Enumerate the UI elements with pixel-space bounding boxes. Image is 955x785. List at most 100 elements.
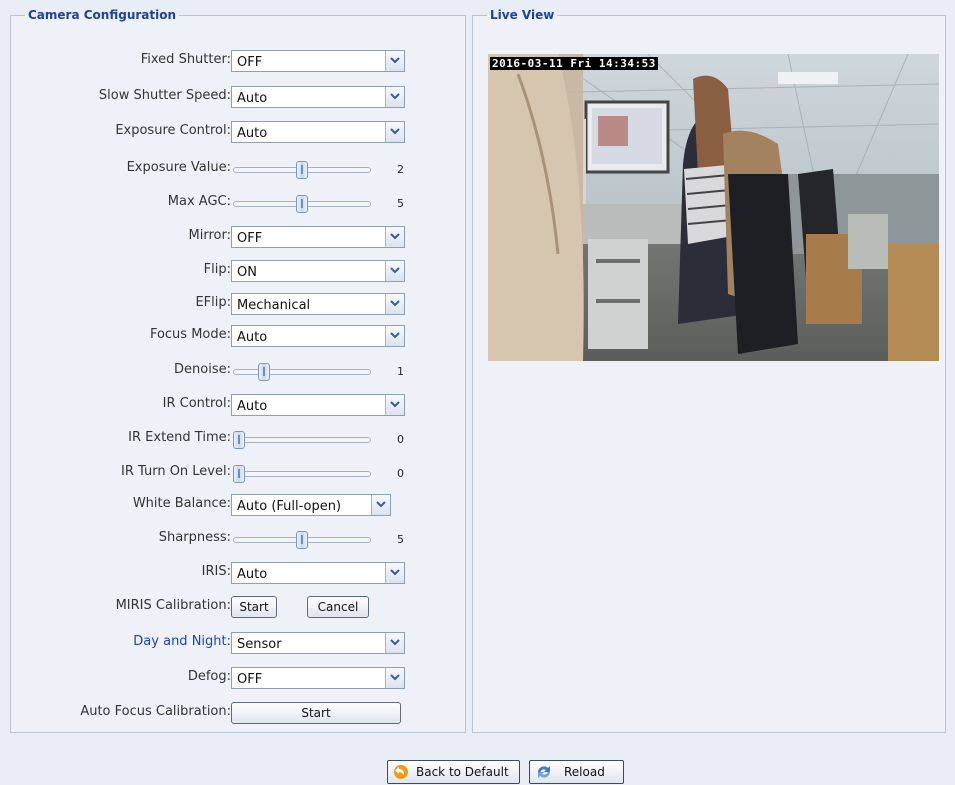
max-agc-row: Max AGC: 5 (11, 192, 465, 216)
exposure-value-row: Exposure Value: 2 (11, 158, 465, 182)
max-agc-label: Max AGC: (167, 194, 231, 209)
exposure-value-readout: 2 (397, 163, 404, 176)
chevron-down-icon[interactable] (385, 395, 404, 415)
chevron-down-icon[interactable] (385, 563, 404, 583)
exposure-value-label: Exposure Value: (126, 160, 231, 175)
slider-handle[interactable] (233, 431, 245, 449)
slider-handle[interactable] (296, 195, 308, 213)
iris-value: Auto (237, 567, 268, 582)
ir-control-value: Auto (237, 399, 268, 414)
ir-extend-time-readout: 0 (397, 433, 404, 446)
chevron-down-icon[interactable] (371, 495, 390, 515)
fixed-shutter-row: Fixed Shutter: OFF (11, 50, 465, 74)
white-balance-label: White Balance: (132, 496, 231, 511)
slider-track[interactable] (233, 437, 371, 443)
defog-value: OFF (237, 672, 263, 687)
live-view-video[interactable]: 2016-03-11 Fri 14:34:53 (488, 54, 939, 361)
max-agc-readout: 5 (397, 197, 404, 210)
defog-label: Defog: (187, 669, 231, 684)
denoise-slider[interactable] (233, 362, 371, 381)
exposure-value-slider[interactable] (233, 160, 371, 179)
reload-label: Reload (564, 765, 605, 779)
slider-handle[interactable] (258, 363, 271, 381)
mirror-label: Mirror: (188, 228, 231, 243)
sharpness-label: Sharpness: (158, 530, 231, 545)
camera-configuration-panel: Camera Configuration Fixed Shutter: OFF … (10, 8, 466, 733)
camera-frame-image (488, 54, 939, 361)
eflip-select[interactable]: Mechanical (231, 293, 405, 315)
chevron-down-icon[interactable] (385, 294, 404, 314)
focus-mode-label: Focus Mode: (149, 327, 231, 342)
chevron-down-icon[interactable] (385, 633, 404, 653)
sharpness-slider[interactable] (233, 530, 371, 549)
slider-handle[interactable] (296, 161, 308, 179)
focus-mode-row: Focus Mode: Auto (11, 325, 465, 349)
eflip-value: Mechanical (237, 298, 311, 313)
ir-control-row: IR Control: Auto (11, 394, 465, 418)
back-to-default-button[interactable]: Back to Default (387, 760, 520, 784)
ir-control-select[interactable]: Auto (231, 394, 405, 416)
day-and-night-label: Day and Night: (133, 634, 231, 649)
slow-shutter-speed-label: Slow Shutter Speed: (98, 88, 231, 103)
fixed-shutter-label: Fixed Shutter: (140, 52, 231, 67)
ir-extend-time-row: IR Extend Time: 0 (11, 428, 465, 452)
auto-focus-calibration-row: Auto Focus Calibration: Start (11, 702, 465, 726)
slow-shutter-speed-value: Auto (237, 91, 268, 106)
video-timestamp: 2016-03-11 Fri 14:34:53 (490, 57, 658, 70)
mirror-select[interactable]: OFF (231, 226, 405, 248)
white-balance-select[interactable]: Auto (Full-open) (231, 494, 391, 516)
chevron-down-icon[interactable] (385, 122, 404, 142)
defog-select[interactable]: OFF (231, 667, 405, 689)
slider-handle[interactable] (233, 465, 245, 483)
white-balance-row: White Balance: Auto (Full-open) (11, 494, 465, 518)
chevron-down-icon[interactable] (385, 668, 404, 688)
defog-row: Defog: OFF (11, 667, 465, 691)
day-and-night-value: Sensor (237, 637, 282, 652)
exposure-control-label: Exposure Control: (115, 123, 231, 138)
sharpness-readout: 5 (397, 533, 404, 546)
fixed-shutter-select[interactable]: OFF (231, 50, 405, 72)
chevron-down-icon[interactable] (385, 87, 404, 107)
sharpness-row: Sharpness: 5 (11, 528, 465, 552)
ir-extend-time-slider[interactable] (233, 430, 371, 449)
fixed-shutter-value: OFF (237, 55, 263, 70)
ir-turn-on-level-readout: 0 (397, 467, 404, 480)
exposure-control-value: Auto (237, 126, 268, 141)
chevron-down-icon[interactable] (385, 326, 404, 346)
iris-select[interactable]: Auto (231, 562, 405, 584)
back-to-default-label: Back to Default (416, 765, 509, 779)
auto-focus-calibration-label: Auto Focus Calibration: (80, 704, 231, 719)
chevron-down-icon[interactable] (385, 227, 404, 247)
denoise-label: Denoise: (174, 362, 231, 377)
exposure-control-row: Exposure Control: Auto (11, 121, 465, 145)
day-and-night-select[interactable]: Sensor (231, 632, 405, 654)
eflip-row: EFlip: Mechanical (11, 293, 465, 317)
miris-cancel-button[interactable]: Cancel (307, 596, 369, 618)
ir-turn-on-level-slider[interactable] (233, 464, 371, 483)
max-agc-slider[interactable] (233, 194, 371, 213)
iris-label: IRIS: (201, 564, 231, 579)
focus-mode-value: Auto (237, 330, 268, 345)
slider-handle[interactable] (296, 531, 308, 549)
flip-row: Flip: ON (11, 260, 465, 284)
ir-extend-time-label: IR Extend Time: (128, 430, 231, 445)
flip-select[interactable]: ON (231, 260, 405, 282)
camera-configuration-title: Camera Configuration (28, 8, 177, 22)
chevron-down-icon[interactable] (385, 51, 404, 71)
miris-start-button[interactable]: Start (231, 596, 277, 618)
flip-value: ON (237, 265, 257, 280)
chevron-down-icon[interactable] (385, 261, 404, 281)
slider-track[interactable] (233, 471, 371, 477)
slider-track[interactable] (233, 369, 371, 375)
live-view-title: Live View (490, 8, 555, 22)
eflip-label: EFlip: (195, 295, 231, 310)
white-balance-value: Auto (Full-open) (237, 499, 342, 514)
exposure-control-select[interactable]: Auto (231, 121, 405, 143)
focus-mode-select[interactable]: Auto (231, 325, 405, 347)
auto-focus-start-button[interactable]: Start (231, 702, 401, 724)
live-view-panel: Live View 2016-03-11 Fri 14:34:53 (472, 8, 946, 733)
reload-button[interactable]: Reload (529, 760, 624, 784)
mirror-row: Mirror: OFF (11, 226, 465, 250)
iris-row: IRIS: Auto (11, 562, 465, 586)
slow-shutter-speed-select[interactable]: Auto (231, 86, 405, 108)
